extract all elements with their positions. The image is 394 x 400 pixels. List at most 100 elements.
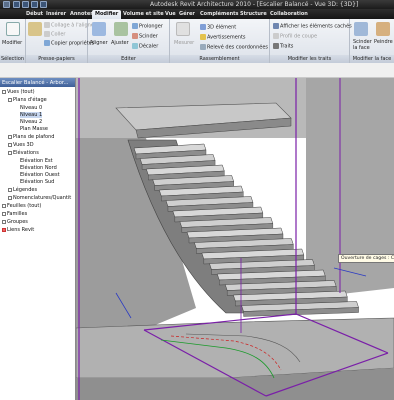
collapse-icon[interactable]: [2, 89, 6, 94]
tree-item[interactable]: Elévation Nord: [20, 165, 57, 171]
extend-icon: [132, 23, 138, 29]
tree-item[interactable]: Nomenclatures/Quantit: [8, 195, 71, 201]
paste-icon: [28, 22, 42, 36]
tab-volume-et-site[interactable]: Volume et site: [120, 10, 167, 19]
tab-structure[interactable]: Structure: [237, 10, 270, 19]
tree-item[interactable]: Vues (tout): [2, 89, 35, 95]
paste-button[interactable]: Coller: [44, 31, 65, 38]
tree-item[interactable]: Elévation Ouest: [20, 172, 60, 178]
paint-icon: [376, 22, 390, 36]
cube-icon: [200, 24, 206, 30]
tab-modifier[interactable]: Modifier: [92, 10, 122, 19]
show-hidden-button[interactable]: Afficher les éléments cachés: [273, 23, 352, 30]
schedule-icon: [8, 195, 12, 200]
ribbon: Modifier Sélection Collage à l'aligné Co…: [0, 19, 394, 63]
tree-item[interactable]: Légendes: [8, 187, 37, 193]
title-bar: Autodesk Revit Architecture 2010 - [Esca…: [0, 0, 394, 9]
aligned-paste-button[interactable]: Collage à l'aligné: [44, 22, 94, 29]
clipboard-icon: [44, 31, 50, 37]
split-button[interactable]: Scinder: [132, 33, 158, 40]
tree-item[interactable]: Familles: [2, 211, 27, 217]
right-wall: [306, 78, 394, 298]
panel-selection: Modifier Sélection: [0, 19, 26, 63]
save-icon[interactable]: [22, 1, 29, 8]
ribbon-tabs: Début Insérer Annoter Modifier Volume et…: [0, 9, 394, 19]
panel-modifier-face: Scinder la face Peindre Modifier la face: [350, 19, 394, 63]
tab-gerer[interactable]: Gérer: [176, 10, 198, 19]
tree-item[interactable]: Niveau 2: [20, 119, 42, 125]
3d-element-button[interactable]: 3D élément: [200, 24, 236, 31]
paint-button[interactable]: Peindre: [374, 39, 393, 45]
tree-item[interactable]: Plans de plafond: [8, 134, 54, 140]
tree-item[interactable]: Niveau 0: [20, 105, 42, 111]
tree-item[interactable]: Vues 3D: [8, 142, 34, 148]
panel-title: Sélection: [0, 55, 25, 63]
stair-3d-model: [76, 78, 394, 400]
3d-viewport[interactable]: Ouverture de cages : Coupe de l'ouvertur…: [76, 78, 394, 400]
collapse-icon[interactable]: [8, 150, 12, 155]
tree-item[interactable]: Feuilles (tout): [2, 203, 41, 209]
tree-item[interactable]: Liens Revit: [2, 227, 34, 233]
align-button[interactable]: Aligner: [90, 40, 108, 46]
cut-profile-button[interactable]: Profil de coupe: [273, 33, 317, 40]
revit-link-icon: [2, 227, 6, 232]
tab-complements[interactable]: Compléments: [197, 10, 242, 19]
tab-collaboration[interactable]: Collaboration: [267, 10, 311, 19]
tree-item[interactable]: Plans d'étage: [8, 97, 47, 103]
tree-item[interactable]: Elévation Sud: [20, 179, 54, 185]
paste-aligned-icon: [44, 22, 50, 28]
group-icon: [2, 219, 6, 224]
project-browser-header: Escalier Balancé - Arbor...: [0, 78, 75, 87]
tree-item[interactable]: Elévations: [8, 150, 39, 156]
modify-button[interactable]: Modifier: [2, 40, 22, 46]
panel-rassemblement: Mesurer 3D élément Avertissements Relevé…: [170, 19, 270, 63]
open-icon[interactable]: [13, 1, 20, 8]
panel-presse-papiers: Collage à l'aligné Coller Copier proprié…: [26, 19, 94, 63]
tree-item[interactable]: Groupes: [2, 219, 28, 225]
tab-inserer[interactable]: Insérer: [43, 10, 69, 19]
extend-button[interactable]: Prolonger: [132, 23, 163, 30]
legend-icon: [8, 187, 12, 192]
expand-icon[interactable]: [8, 134, 12, 139]
expand-icon[interactable]: [8, 142, 12, 147]
panel-title: Modifier les traits: [270, 55, 349, 63]
project-browser: Escalier Balancé - Arbor... Vues (tout) …: [0, 78, 76, 400]
warnings-button[interactable]: Avertissements: [200, 34, 246, 41]
coordinates-button[interactable]: Relevé des coordonnées: [200, 44, 268, 51]
options-bar: [0, 63, 394, 78]
split-face-button[interactable]: Scinder la face: [353, 39, 373, 51]
tree-item[interactable]: Niveau 1: [20, 112, 43, 118]
measure-icon: [176, 22, 190, 36]
linework-button[interactable]: Traits: [273, 43, 293, 50]
measure-button[interactable]: Mesurer: [174, 40, 194, 46]
sheet-icon: [2, 203, 6, 208]
undo-icon[interactable]: [31, 1, 38, 8]
floor-slab: [76, 317, 394, 379]
panel-title: Modifier la face: [350, 55, 394, 63]
offset-button[interactable]: Décaler: [132, 43, 158, 50]
panel-editer: Aligner Ajuster Prolonger Scinder Décale…: [88, 19, 170, 63]
copy-properties-button[interactable]: Copier propriétés: [44, 40, 94, 47]
panel-title: Rassemblement: [170, 55, 269, 63]
coordinates-icon: [200, 44, 206, 50]
panel-title: Presse-papiers: [26, 55, 87, 63]
window-title: Autodesk Revit Architecture 2010 - [Esca…: [150, 1, 359, 8]
cursor-icon: [6, 22, 20, 36]
family-icon: [2, 211, 6, 216]
align-icon: [92, 22, 106, 36]
trim-button[interactable]: Ajuster: [111, 40, 129, 46]
show-hidden-icon: [273, 23, 279, 29]
offset-icon: [132, 43, 138, 49]
cut-profile-icon: [273, 33, 279, 39]
tooltip: Ouverture de cages : Coupe de l'ouvertur…: [338, 254, 394, 263]
split-face-icon: [354, 22, 368, 36]
application-menu-icon[interactable]: [3, 1, 10, 8]
linework-icon: [273, 43, 279, 49]
redo-icon[interactable]: [40, 1, 47, 8]
panel-modifier-traits: Afficher les éléments cachés Profil de c…: [270, 19, 352, 63]
warning-icon: [200, 34, 206, 40]
tree-item[interactable]: Plan Masse: [20, 126, 48, 132]
copy-icon: [44, 40, 50, 46]
tree-item[interactable]: Elévation Est: [20, 158, 53, 164]
collapse-icon[interactable]: [8, 97, 12, 102]
